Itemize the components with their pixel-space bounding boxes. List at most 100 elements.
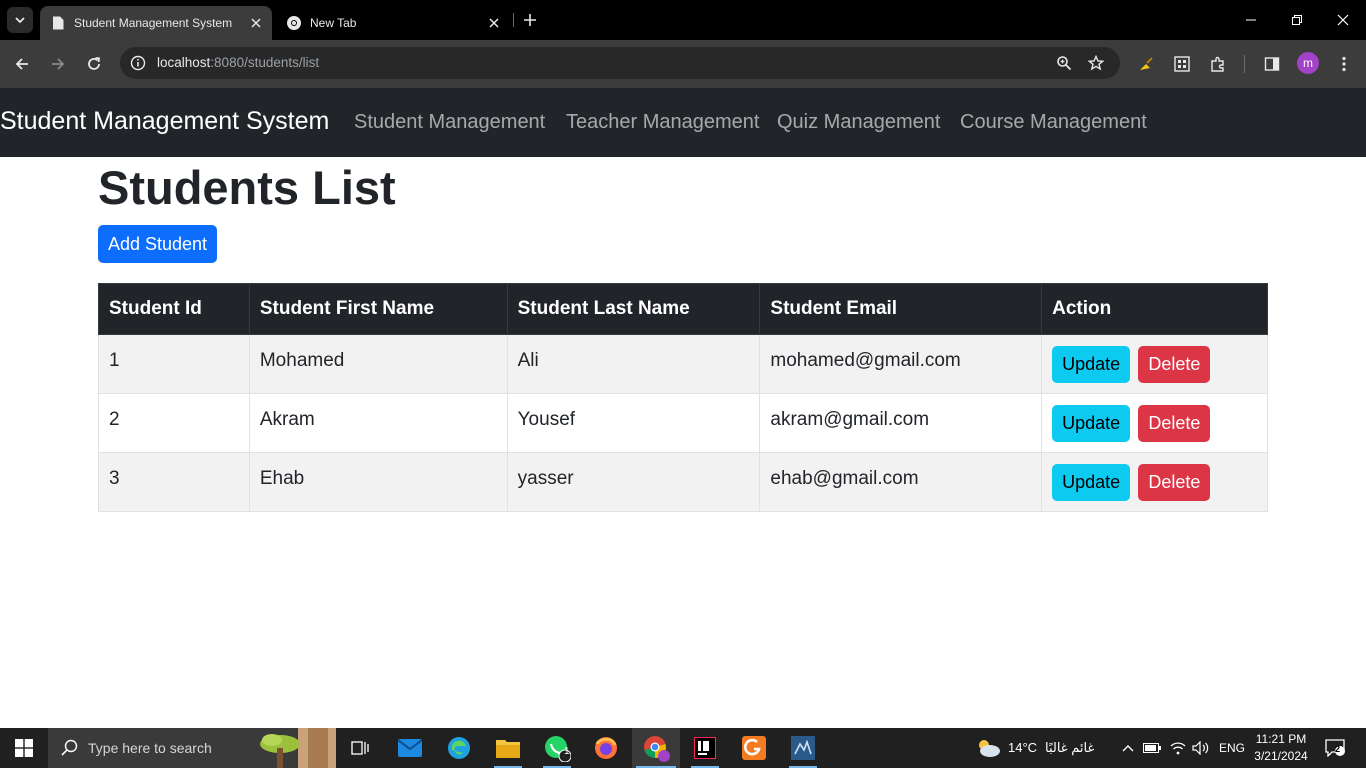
delete-button[interactable]: Delete	[1138, 346, 1211, 383]
cell-action: Update Delete	[1041, 393, 1268, 453]
extension-broom-icon[interactable]	[1134, 52, 1158, 76]
cell-action: Update Delete	[1041, 334, 1268, 394]
start-button[interactable]	[0, 728, 48, 768]
clock-time: 11:21 PM	[1255, 732, 1307, 746]
update-button[interactable]: Update	[1052, 346, 1131, 383]
folder-icon	[496, 740, 520, 758]
battery-icon[interactable]	[1142, 738, 1162, 758]
cell-student-id: 1	[98, 334, 250, 394]
intellij-icon	[694, 737, 716, 759]
cell-email: akram@gmail.com	[759, 393, 1043, 453]
cell-last-name: Yousef	[506, 393, 761, 453]
close-tab-icon[interactable]	[484, 13, 504, 33]
minimize-icon	[1246, 19, 1256, 21]
add-student-button[interactable]: Add Student	[98, 225, 217, 263]
input-language[interactable]: ENG	[1219, 741, 1245, 755]
taskbar-pdf-app[interactable]	[730, 728, 778, 768]
notification-count: 2	[1335, 744, 1341, 754]
update-button[interactable]: Update	[1052, 464, 1131, 501]
browser-tab-bar: Student Management System New Tab	[0, 0, 1366, 40]
whatsapp-badge: 1	[564, 746, 570, 757]
search-placeholder: Type here to search	[88, 740, 212, 756]
mail-icon	[398, 739, 422, 757]
nav-link-quiz-management[interactable]: Quiz Management	[777, 111, 940, 134]
edge-icon	[448, 737, 470, 759]
taskbar-firefox[interactable]	[582, 728, 630, 768]
side-panel-icon[interactable]	[1260, 52, 1284, 76]
tab-new-tab[interactable]: New Tab	[276, 6, 510, 40]
taskbar-file-explorer[interactable]	[484, 728, 532, 768]
back-button[interactable]	[10, 52, 34, 76]
weather-description[interactable]: غائم غالبًا	[1045, 740, 1094, 756]
volume-icon[interactable]	[1191, 738, 1211, 758]
table-row: 1 Mohamed Ali mohamed@gmail.com Update D…	[98, 334, 1268, 394]
delete-button[interactable]: Delete	[1138, 464, 1211, 501]
show-hidden-icons-chevron-icon[interactable]	[1118, 738, 1138, 758]
chrome-icon	[644, 736, 670, 762]
bookmark-star-icon[interactable]	[1086, 53, 1106, 73]
reload-button[interactable]	[82, 52, 106, 76]
taskbar-whatsapp[interactable]: 1	[533, 728, 581, 768]
close-window-button[interactable]	[1320, 0, 1366, 40]
zoom-icon[interactable]	[1054, 53, 1074, 73]
navbar-brand[interactable]: Student Management System	[0, 107, 329, 136]
weather-cloud-icon[interactable]	[975, 738, 1001, 758]
plus-icon	[524, 14, 536, 26]
table-row: 2 Akram Yousef akram@gmail.com Update De…	[98, 393, 1268, 453]
taskbar-edge[interactable]	[435, 728, 483, 768]
delete-button[interactable]: Delete	[1138, 405, 1211, 442]
close-tab-icon[interactable]	[246, 13, 266, 33]
cell-first-name: Akram	[248, 393, 508, 453]
url-text[interactable]: localhost:8080/students/list	[157, 55, 319, 70]
wifi-icon[interactable]	[1168, 738, 1188, 758]
minimize-button[interactable]	[1228, 0, 1274, 40]
update-button[interactable]: Update	[1052, 405, 1131, 442]
taskbar-chrome[interactable]	[632, 728, 680, 768]
notification-center-icon[interactable]: 2	[1323, 738, 1347, 758]
cell-first-name: Mohamed	[248, 334, 508, 394]
table-header-row: Student Id Student First Name Student La…	[98, 283, 1268, 335]
cell-last-name: Ali	[506, 334, 761, 394]
chrome-icon	[286, 15, 302, 31]
cell-action: Update Delete	[1041, 452, 1268, 512]
taskbar-task-view[interactable]	[336, 728, 384, 768]
windows-logo-icon	[15, 739, 33, 757]
taskbar-mysql-workbench[interactable]	[779, 728, 827, 768]
forward-button[interactable]	[46, 52, 70, 76]
nav-link-student-management[interactable]: Student Management	[354, 111, 545, 134]
table-row: 3 Ehab yasser ehab@gmail.com Update Dele…	[98, 452, 1268, 512]
extensions-puzzle-icon[interactable]	[1206, 52, 1230, 76]
restore-button[interactable]	[1274, 0, 1320, 40]
tab-student-management[interactable]: Student Management System	[40, 6, 272, 40]
search-icon	[61, 739, 78, 756]
toolbar-divider	[1244, 55, 1245, 73]
menu-kebab-icon[interactable]	[1332, 52, 1356, 76]
qr-code-icon[interactable]	[1170, 52, 1194, 76]
taskbar-search[interactable]: Type here to search	[48, 728, 336, 768]
weather-temperature[interactable]: 14°C	[1008, 740, 1037, 755]
profile-avatar[interactable]: m	[1297, 52, 1319, 74]
clock-date: 3/21/2024	[1254, 749, 1308, 763]
header-first-name: Student First Name	[248, 283, 508, 335]
document-icon	[50, 15, 66, 31]
taskbar-mail[interactable]	[386, 728, 434, 768]
system-clock[interactable]: 11:21 PM 3/21/2024	[1248, 731, 1314, 765]
tab-search-button[interactable]	[7, 7, 33, 33]
browser-toolbar: localhost:8080/students/list m	[0, 40, 1366, 88]
new-tab-button[interactable]	[520, 10, 540, 30]
arrow-left-icon	[15, 58, 28, 70]
pdf-editor-icon	[742, 736, 766, 760]
cell-student-id: 3	[98, 452, 250, 512]
nav-link-teacher-management[interactable]: Teacher Management	[566, 111, 759, 134]
site-navbar: Student Management System Student Manage…	[0, 88, 1366, 157]
cell-last-name: yasser	[506, 452, 761, 512]
nav-link-course-management[interactable]: Course Management	[960, 111, 1147, 134]
web-page: Student Management System Student Manage…	[0, 88, 1366, 728]
address-bar[interactable]: localhost:8080/students/list	[120, 47, 1120, 79]
windows-taskbar: Type here to search 1 14°C غائم غالبًا E…	[0, 728, 1366, 768]
page-title: Students List	[98, 161, 396, 214]
taskbar-intellij[interactable]	[681, 728, 729, 768]
cell-email: mohamed@gmail.com	[759, 334, 1043, 394]
close-icon	[1337, 14, 1349, 26]
site-info-icon[interactable]	[128, 53, 148, 73]
